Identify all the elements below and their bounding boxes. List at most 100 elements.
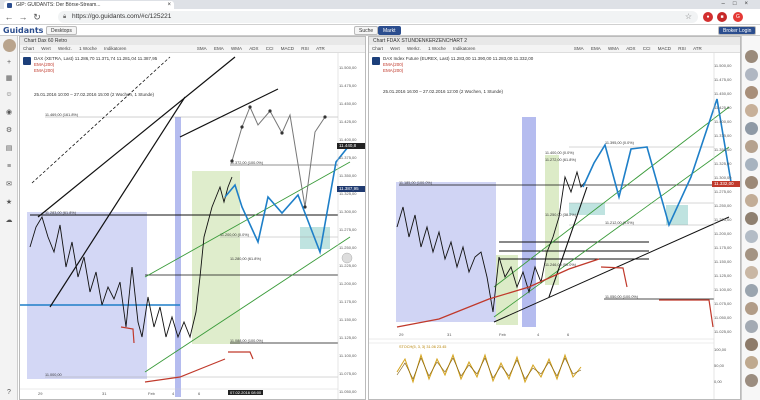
- grey-projection: [231, 105, 326, 208]
- level-label: 11.395,00 (0.0%): [605, 141, 634, 145]
- broker-login-button[interactable]: Broker Login: [718, 26, 757, 35]
- back-arrow-icon[interactable]: ←: [3, 11, 15, 23]
- plus-icon[interactable]: +: [4, 58, 14, 68]
- x-tick: 4: [537, 332, 540, 337]
- projection-node: [323, 115, 327, 119]
- y-tick: 11.250,00: [339, 245, 357, 250]
- user-avatar[interactable]: [745, 374, 758, 387]
- red-arrow: [228, 351, 254, 360]
- tab-close-icon[interactable]: ×: [167, 1, 171, 9]
- left-chart-canvas[interactable]: [20, 37, 366, 400]
- y-tick: 11.050,00: [339, 389, 357, 394]
- forward-arrow-icon[interactable]: →: [17, 11, 29, 23]
- right-chart-panel: Chart FDAX STUNDENKERZENCHART 2 Chart We…: [368, 36, 741, 400]
- search-button[interactable]: Suche: [354, 26, 379, 35]
- url-text: https://go.guidants.com/#c/125221: [72, 13, 172, 20]
- y-tick: 11.400,00: [339, 137, 357, 142]
- y-tick: 11.450,00: [714, 91, 732, 96]
- level-label: 11.000,00: [45, 373, 62, 377]
- projection-node: [280, 131, 284, 135]
- star-icon[interactable]: ★: [4, 198, 14, 208]
- y-tick: 11.050,00: [714, 315, 732, 320]
- market-button[interactable]: Markt: [378, 26, 401, 35]
- cloud-icon[interactable]: ☁: [4, 216, 14, 226]
- user-avatar[interactable]: [745, 356, 758, 369]
- chart-icon[interactable]: ▤: [4, 144, 14, 154]
- trend-line: [179, 88, 279, 138]
- window-controls[interactable]: –□×: [722, 0, 756, 9]
- bookmark-star-icon[interactable]: ☆: [685, 11, 692, 23]
- y-tick: 11.275,00: [714, 189, 732, 194]
- level-label: 11.212,00 (0.0%): [605, 221, 634, 225]
- level-label: 11.185,00 (100.0%): [399, 181, 433, 185]
- y-tick: 11.075,00: [339, 371, 357, 376]
- user-avatar[interactable]: [745, 320, 758, 333]
- y-tick: 11.350,00: [339, 173, 357, 178]
- help-icon[interactable]: ?: [4, 388, 14, 398]
- lock-icon: 🔒︎: [63, 14, 67, 20]
- desktops-button[interactable]: Desktops: [46, 26, 77, 35]
- level-label: 11.280,00 (61.8%): [230, 257, 261, 261]
- reload-icon[interactable]: ↻: [31, 11, 43, 23]
- y-tick: 11.275,00: [339, 227, 357, 232]
- profile-icon[interactable]: G: [733, 12, 743, 22]
- y-tick: 11.150,00: [714, 259, 732, 264]
- app-header: Guidants Desktops Suche Markt Broker Log…: [0, 25, 760, 36]
- x-tick: Feb: [148, 391, 155, 396]
- y-tick: 11.125,00: [714, 273, 732, 278]
- user-avatar[interactable]: [745, 122, 758, 135]
- left-sidebar: + ▦ ☺ ◉ ⚙ ▤ ≡ ✉ ★ ☁ ?: [0, 36, 18, 400]
- extension-badge-icon[interactable]: ■: [717, 12, 727, 22]
- user-avatar[interactable]: [745, 338, 758, 351]
- y-tick: 11.225,00: [339, 263, 357, 268]
- user-avatar[interactable]: [745, 248, 758, 261]
- user-avatar[interactable]: [745, 302, 758, 315]
- user-avatar[interactable]: [745, 230, 758, 243]
- user-avatar[interactable]: [745, 212, 758, 225]
- y-tick: 11.100,00: [714, 287, 732, 292]
- user-avatar[interactable]: [745, 86, 758, 99]
- user-avatar[interactable]: [745, 140, 758, 153]
- user-avatar[interactable]: [745, 194, 758, 207]
- browser-tab[interactable]: GIP: GUIDANTS: Der Börse-Stream... ×: [4, 1, 174, 9]
- left-chart-panel: Chart Dax 60 Retro Chart Wert Werkz. 1 W…: [19, 36, 366, 400]
- level-label: 11.272,00 (61.8%): [545, 158, 576, 162]
- user-avatar[interactable]: [3, 39, 16, 52]
- y-tick: 11.375,00: [339, 155, 357, 160]
- y-tick: 11.225,00: [714, 217, 732, 222]
- level-label: 11.400,00 (0.0%): [545, 151, 574, 155]
- y-tick: 11.300,00: [714, 175, 732, 180]
- green-zone-1: [496, 255, 518, 325]
- person-icon[interactable]: ☺: [4, 90, 14, 100]
- list-icon[interactable]: ≡: [4, 162, 14, 172]
- user-avatar[interactable]: [745, 68, 758, 81]
- user-avatar[interactable]: [745, 176, 758, 189]
- x-tick: 31: [447, 332, 452, 337]
- user-avatar[interactable]: [745, 104, 758, 117]
- price-tag: 11.387,95: [337, 186, 365, 192]
- y-tick: 11.375,00: [714, 133, 732, 138]
- y-tick: 11.025,00: [714, 329, 732, 334]
- y-tick: 11.175,00: [339, 299, 357, 304]
- chat-icon[interactable]: ✉: [4, 180, 14, 190]
- grid-icon[interactable]: ▦: [4, 74, 14, 84]
- crosshair-date: 07.02.2016 08:00: [228, 390, 264, 395]
- red-arrow: [600, 266, 628, 288]
- user-avatar[interactable]: [745, 284, 758, 297]
- eye-icon[interactable]: ◉: [4, 108, 14, 118]
- browser-tab-strip: GIP: GUIDANTS: Der Börse-Stream... × –□×: [0, 0, 760, 9]
- user-avatar[interactable]: [745, 50, 758, 63]
- y-tick: 11.175,00: [714, 245, 732, 250]
- x-tick: 29: [399, 332, 404, 337]
- user-avatar[interactable]: [745, 158, 758, 171]
- level-label: 11.283,00 (61.8%): [45, 211, 76, 215]
- x-tick: 6: [567, 332, 570, 337]
- price-tag: 11.332,00: [712, 181, 740, 187]
- address-bar[interactable]: 🔒︎ https://go.guidants.com/#c/125221 ☆: [58, 11, 698, 23]
- y-tick: 11.350,00: [714, 147, 732, 152]
- drag-handle[interactable]: [341, 252, 353, 264]
- user-avatar[interactable]: [745, 266, 758, 279]
- red-arrow: [659, 299, 714, 328]
- extension-stop-icon[interactable]: ●: [703, 12, 713, 22]
- settings-icon[interactable]: ⚙: [4, 126, 14, 136]
